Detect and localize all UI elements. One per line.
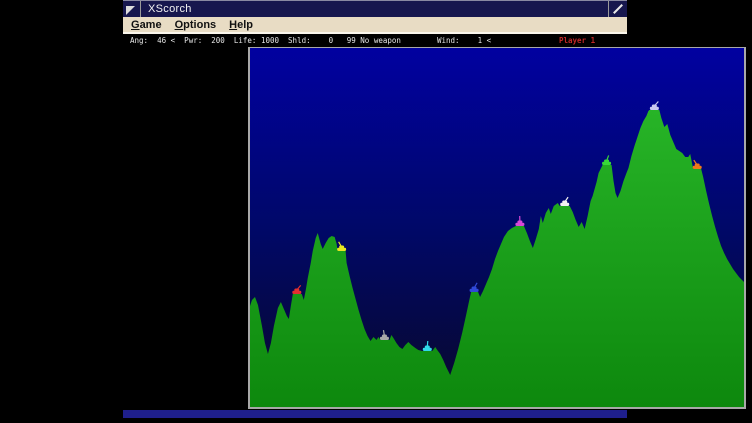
window-titlebar[interactable]: XScorch bbox=[123, 0, 627, 17]
status-readouts: Ang: 46 < Pwr: 200 Life: 1000 Shld: 0 99… bbox=[130, 36, 401, 45]
game-canvas bbox=[250, 48, 744, 407]
menu-bar: Game Options Help bbox=[123, 17, 627, 34]
diagonal-slash-icon bbox=[613, 4, 623, 14]
corner-triangle-icon bbox=[126, 6, 135, 15]
window-title: XScorch bbox=[141, 3, 608, 15]
desktop-background: XScorch Game Options Help Ang: 46 < Pwr:… bbox=[0, 0, 752, 423]
window-bottom-border[interactable] bbox=[123, 410, 627, 418]
game-field[interactable] bbox=[248, 47, 746, 409]
xscorch-window: XScorch Game Options Help Ang: 46 < Pwr:… bbox=[123, 0, 627, 418]
menu-item-help[interactable]: Help bbox=[229, 19, 253, 31]
window-resize-button[interactable] bbox=[608, 1, 627, 17]
menu-item-game[interactable]: Game bbox=[131, 19, 162, 31]
wind-readout: Wind: 1 < bbox=[437, 36, 491, 45]
status-bar: Ang: 46 < Pwr: 200 Life: 1000 Shld: 0 99… bbox=[123, 34, 627, 47]
menu-item-options[interactable]: Options bbox=[175, 19, 217, 31]
current-player-label: Player 1 bbox=[559, 36, 595, 45]
window-menu-button[interactable] bbox=[123, 1, 141, 17]
